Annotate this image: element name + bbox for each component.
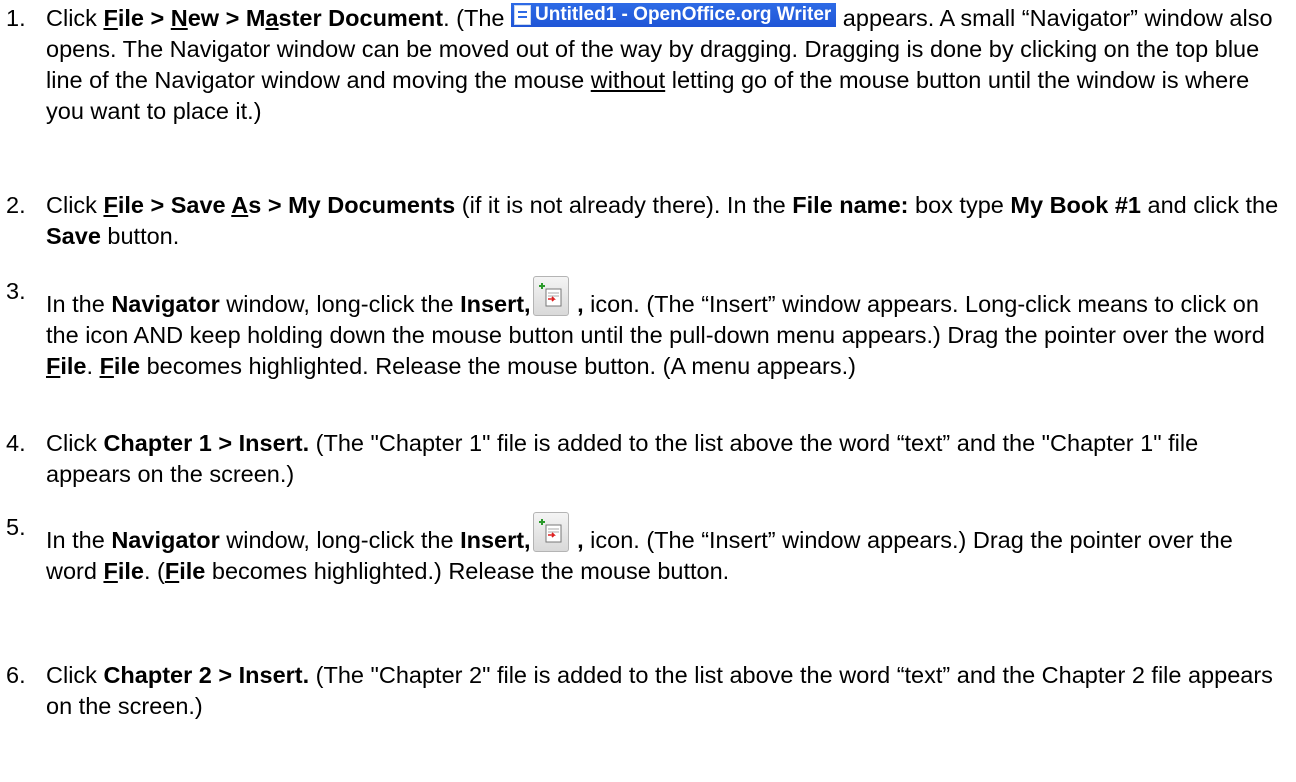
file-word: File [164,558,206,584]
step-4: 4. Click Chapter 1 > Insert. (The "Chapt… [6,428,1286,490]
file-word: File [103,558,144,584]
step-text: Click File > Save As > My Documents (if … [46,192,1279,249]
step-number: 1. [6,5,26,31]
step-6: 6. Click Chapter 2 > Insert. (The "Chapt… [6,660,1286,722]
file-word: File [99,353,141,379]
step-2: 2. Click File > Save As > My Documents (… [6,190,1286,252]
insert-icon [532,512,569,552]
writer-titlebar-image: Untitled1 - OpenOffice.org Writer [511,3,837,27]
menu-path-file-save-as: File > Save As > My Documents [103,192,456,218]
step-number: 6. [6,662,26,688]
step-3: 3. In the Navigator window, long-click t… [6,276,1286,382]
step-text: In the Navigator window, long-click the … [46,512,1286,587]
menu-path-file-new-master: File > New > Master Document [103,5,444,31]
step-text: Click Chapter 2 > Insert. (The "Chapter … [46,662,1273,719]
window-title: Untitled1 - OpenOffice.org Writer [535,4,832,25]
insert-icon [532,276,569,316]
step-text: Click Chapter 1 > Insert. (The "Chapter … [46,430,1199,487]
step-text: Click File > New > Master Document. (The… [46,3,1273,124]
step-number: 2. [6,192,26,218]
step-text: In the Navigator window, long-click the … [46,276,1286,382]
step-5: 5. In the Navigator window, long-click t… [6,512,1286,587]
step-number: 5. [6,514,26,540]
step-number: 4. [6,430,26,456]
document-icon [514,5,531,25]
step-1: 1. Click File > New > Master Document. (… [6,3,1286,127]
file-word: File [46,353,87,379]
instruction-document: 1. Click File > New > Master Document. (… [0,0,1296,782]
step-number: 3. [6,278,26,304]
